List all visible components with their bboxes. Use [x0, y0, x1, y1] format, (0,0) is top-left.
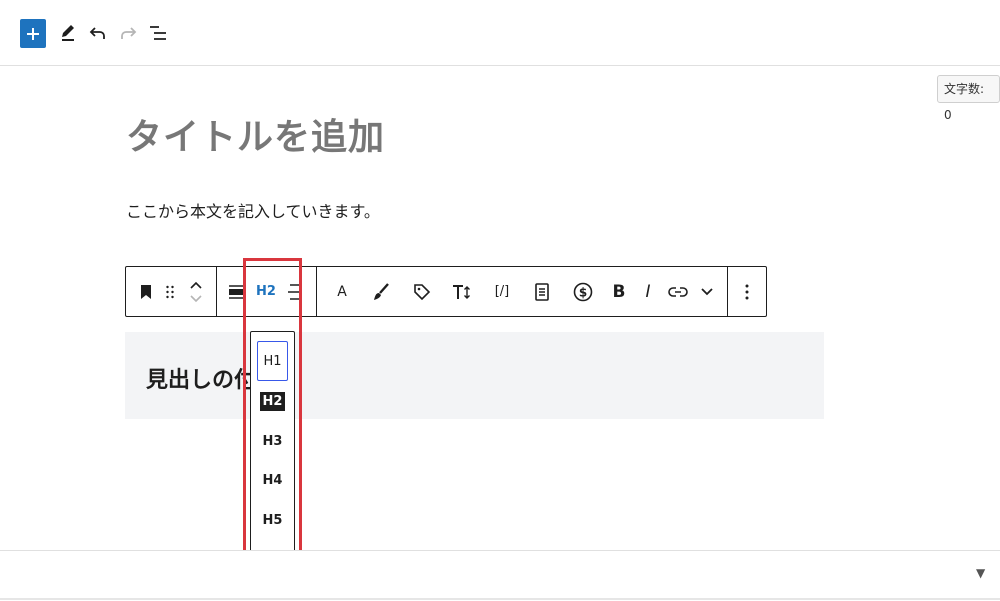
svg-text:$: $ [579, 285, 587, 299]
text-color-button[interactable]: A [331, 267, 353, 316]
redo-button[interactable] [117, 22, 139, 44]
dollar-icon: $ [573, 282, 593, 301]
list-view-icon [150, 26, 166, 40]
more-dropdown-button[interactable] [696, 267, 718, 316]
document-icon [535, 282, 549, 301]
paragraph-block[interactable]: ここから本文を記入していきます。 [126, 198, 380, 222]
highlight-annotation-frame [243, 258, 302, 589]
post-title-placeholder[interactable]: タイトルを追加 [126, 108, 385, 160]
link-button[interactable] [666, 267, 690, 316]
toolbar-separator [727, 267, 728, 316]
shortcode-button[interactable]: [/] [489, 267, 515, 316]
tag-button[interactable] [411, 267, 433, 316]
block-toolbar: H2 A [/] $ B I [125, 266, 767, 317]
brush-icon [374, 282, 389, 300]
options-icon [745, 284, 749, 299]
block-type-button[interactable] [136, 267, 156, 316]
panel-toggle-icon[interactable]: ▼ [976, 566, 985, 580]
toolbar-separator [216, 267, 217, 316]
move-up-down-button[interactable] [186, 267, 206, 316]
undo-button[interactable] [87, 22, 109, 44]
brush-button[interactable] [370, 267, 392, 316]
add-block-button[interactable] [20, 19, 46, 48]
plus-icon [27, 27, 39, 40]
link-icon [668, 286, 688, 297]
top-toolbar [0, 0, 1000, 66]
drag-handle[interactable] [162, 267, 178, 316]
tag-icon [414, 283, 431, 300]
options-button[interactable] [737, 267, 757, 316]
font-size-icon [453, 284, 470, 299]
redo-icon [121, 27, 137, 39]
undo-icon [89, 27, 105, 39]
font-size-button[interactable] [450, 267, 474, 316]
italic-button[interactable]: I [637, 267, 659, 316]
bookmark-icon [141, 284, 151, 299]
list-view-button[interactable] [147, 22, 169, 44]
word-count: 文字数: 0 [937, 75, 1000, 122]
document-button[interactable] [531, 267, 553, 316]
drag-handle-icon [166, 285, 174, 298]
toolbar-separator [316, 267, 317, 316]
pen-icon [62, 25, 74, 41]
chevron-down-icon [701, 287, 713, 295]
bottom-panel [0, 550, 1000, 601]
move-up-down-icon [190, 281, 202, 302]
tools-button[interactable] [58, 22, 78, 44]
dollar-button[interactable]: $ [571, 267, 595, 316]
bold-button[interactable]: B [608, 267, 630, 316]
